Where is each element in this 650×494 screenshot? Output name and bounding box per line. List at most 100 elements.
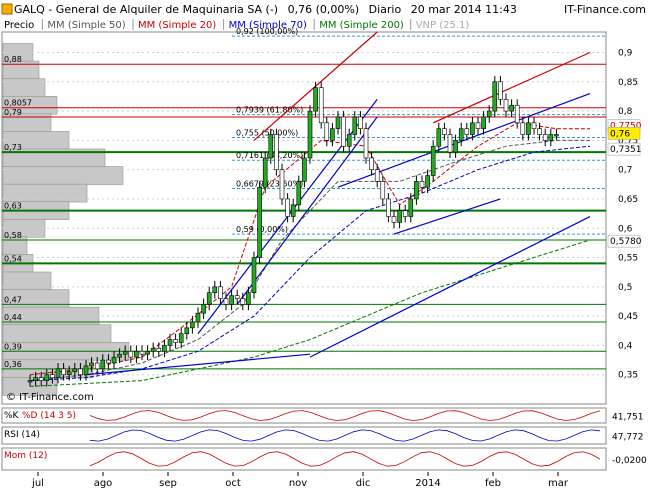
candle-body	[453, 140, 458, 153]
candle-body	[285, 198, 290, 217]
candle-body	[419, 181, 425, 188]
legend-entry: Precio	[4, 20, 34, 31]
candle-body	[520, 122, 526, 135]
candle-body	[246, 292, 251, 305]
legend-entry: VNP (25.1)	[416, 20, 470, 31]
volume-profile-bar	[2, 183, 88, 203]
square-logo-icon	[1, 3, 13, 15]
indicator-value: 41,751	[612, 413, 644, 423]
y-tick-label: 0,55	[618, 254, 638, 264]
candle-body	[106, 359, 111, 364]
price-badge-label: 0,5780	[610, 237, 642, 247]
candle-body	[33, 377, 38, 381]
candle-body	[218, 286, 223, 299]
candle-body	[335, 116, 341, 129]
candle-body	[537, 128, 542, 135]
candle-body	[173, 339, 178, 343]
candle-body	[436, 128, 442, 147]
header-brand: IT-Finance.com	[564, 3, 646, 16]
candle-body	[492, 81, 498, 112]
candle-body	[55, 368, 61, 378]
watermark: © IT-Finance.com	[6, 392, 94, 403]
x-tick-label: dic	[356, 478, 371, 489]
candle-body	[296, 181, 302, 206]
x-tick-label: 2014	[415, 478, 440, 489]
fib-label: 0,7939 (61,80%)	[236, 106, 303, 115]
candle-body	[262, 157, 268, 188]
candle-body	[167, 339, 173, 346]
candle-body	[72, 368, 78, 373]
candle-body	[195, 312, 201, 323]
candle-body	[514, 104, 520, 124]
candle-body	[391, 216, 397, 223]
y-tick-label: 0,35	[618, 371, 638, 381]
y-tick-label: 0,7	[618, 166, 632, 176]
level-label: 0,8057	[4, 99, 32, 108]
y-tick-label: 0,5	[618, 283, 632, 293]
candle-body	[324, 122, 330, 141]
volume-profile-bar	[2, 324, 112, 343]
y-tick-label: 0,6	[618, 224, 633, 234]
legend-entry: MM (Simple 200)	[319, 20, 404, 31]
candle-body	[402, 210, 408, 217]
candle-body	[369, 157, 374, 170]
level-label: 0,47	[4, 295, 22, 304]
y-tick-label: 0,45	[618, 312, 638, 322]
candle-body	[442, 128, 447, 135]
level-label: 0,88	[4, 55, 22, 64]
candle-body	[509, 104, 514, 112]
candle-body	[190, 321, 195, 329]
candle-body	[425, 175, 430, 188]
candle-body	[307, 110, 313, 159]
indicator-sublabel: %D (14 3 5)	[22, 411, 76, 421]
candle-body	[313, 87, 318, 112]
indicator-label: %K	[4, 411, 20, 421]
x-tick-label: mar	[548, 478, 569, 489]
candle-body	[66, 371, 72, 376]
candle-body	[352, 116, 358, 135]
candle-body	[503, 99, 509, 112]
candle-body	[470, 122, 475, 135]
candle-body	[50, 374, 55, 378]
candle-body	[83, 365, 89, 376]
candle-body	[162, 345, 167, 352]
x-tick-label: sep	[159, 478, 177, 489]
candle-body	[145, 350, 150, 355]
candle-body	[531, 122, 537, 129]
candle-body	[268, 134, 274, 159]
x-tick-label: oct	[225, 478, 241, 489]
indicator-panels: %K %D (14 3 5) 41,751 RSI (14) 47,772 Mom (12…	[1, 407, 647, 471]
candle-body	[302, 157, 307, 182]
x-tick-label: nov	[289, 478, 307, 489]
indicator-label: RSI (14)	[4, 430, 40, 440]
candle-body	[346, 134, 352, 147]
candle-body	[100, 359, 106, 370]
candle-body	[464, 128, 470, 135]
price-badge-label: 0,7351	[610, 145, 642, 155]
y-tick-label: 0,9	[618, 49, 633, 59]
candle-body	[498, 81, 503, 100]
y-tick-label: 0,8	[618, 107, 633, 117]
x-tick-label: jul	[31, 478, 44, 489]
indicator-label: Mom (12)	[4, 451, 47, 461]
candle-body	[61, 368, 66, 376]
candle-body	[134, 350, 139, 358]
y-tick-label: 0,65	[618, 195, 638, 205]
candle-body	[27, 380, 33, 383]
level-label: 0,58	[4, 231, 22, 240]
candle-body	[117, 353, 122, 358]
candle-body	[318, 87, 324, 124]
candle-body	[486, 110, 492, 118]
candle-body	[201, 304, 206, 314]
candle-body	[223, 298, 229, 305]
y-tick-label: 0,4	[618, 341, 633, 351]
legend-entry: MM (Simple 20)	[138, 20, 216, 31]
candle-body	[358, 116, 363, 129]
candle-body	[330, 128, 335, 141]
candle-body	[156, 348, 162, 352]
candle-body	[475, 122, 481, 129]
candle-body	[234, 295, 240, 299]
candle-body	[122, 350, 128, 355]
candle-body	[139, 350, 145, 355]
candle-body	[341, 116, 346, 147]
